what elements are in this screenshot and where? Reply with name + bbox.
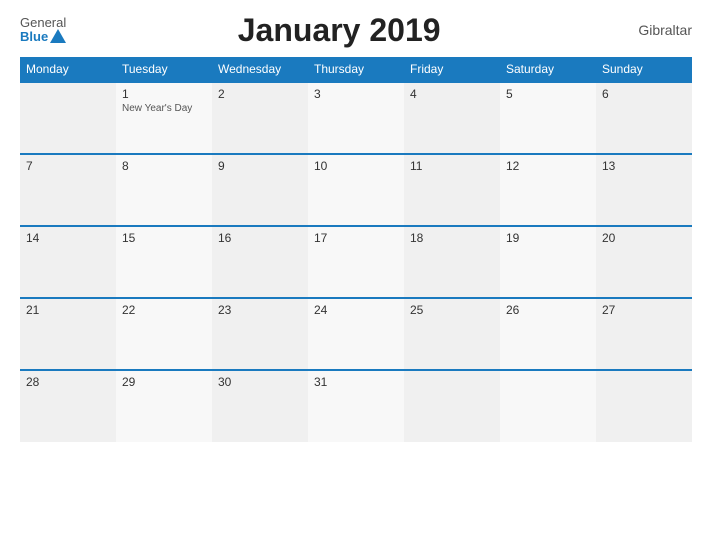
week-row-1: 1 New Year's Day 23456 [20,82,692,154]
calendar-cell: 10 [308,154,404,226]
day-number: 11 [410,159,494,173]
week-row-4: 21 22 23 24 25 26 27 [20,298,692,370]
calendar-cell: 30 [212,370,308,442]
day-number: 18 [410,231,494,245]
region-label: Gibraltar [612,22,692,38]
day-number: 2 [218,87,302,101]
weekday-header-monday: Monday [20,57,116,82]
calendar-table: MondayTuesdayWednesdayThursdayFridaySatu… [20,57,692,442]
day-number: 15 [122,231,206,245]
calendar-cell: 21 [20,298,116,370]
day-number: 31 [314,375,398,389]
calendar-cell [404,370,500,442]
calendar-cell: 2 [212,82,308,154]
day-number: 29 [122,375,206,389]
day-number: 22 [122,303,206,317]
logo: General Blue [20,16,66,44]
calendar-cell: 26 [500,298,596,370]
calendar-cell: 22 [116,298,212,370]
calendar-cell: 19 [500,226,596,298]
day-number: 25 [410,303,494,317]
calendar-cell: 12 [500,154,596,226]
day-number: 26 [506,303,590,317]
calendar-cell: 9 [212,154,308,226]
calendar-cell [500,370,596,442]
holiday-label: New Year's Day [122,103,206,114]
weekday-header-tuesday: Tuesday [116,57,212,82]
calendar-cell: 7 [20,154,116,226]
calendar-cell: 27 [596,298,692,370]
logo-triangle-icon [50,29,66,43]
day-number: 17 [314,231,398,245]
day-number: 12 [506,159,590,173]
weekday-header-sunday: Sunday [596,57,692,82]
calendar-cell: 31 [308,370,404,442]
weekday-header-thursday: Thursday [308,57,404,82]
day-number: 5 [506,87,590,101]
calendar-cell: 25 [404,298,500,370]
calendar-cell: 4 [404,82,500,154]
day-number: 10 [314,159,398,173]
calendar-cell: 24 [308,298,404,370]
day-number: 14 [26,231,110,245]
logo-blue-text: Blue [20,30,48,43]
calendar-cell: 1 New Year's Day [116,82,212,154]
day-number: 6 [602,87,686,101]
day-number: 19 [506,231,590,245]
day-number: 21 [26,303,110,317]
calendar-cell: 29 [116,370,212,442]
weekday-header-friday: Friday [404,57,500,82]
day-number: 3 [314,87,398,101]
week-row-5: 28 29 30 31 [20,370,692,442]
calendar-cell: 20 [596,226,692,298]
calendar-cell [596,370,692,442]
day-number: 9 [218,159,302,173]
weekday-header-wednesday: Wednesday [212,57,308,82]
calendar-cell: 8 [116,154,212,226]
calendar-cell: 23 [212,298,308,370]
day-number: 13 [602,159,686,173]
day-number: 8 [122,159,206,173]
calendar-cell: 14 [20,226,116,298]
day-number: 28 [26,375,110,389]
weekday-header-saturday: Saturday [500,57,596,82]
calendar-cell: 15 [116,226,212,298]
calendar-cell [20,82,116,154]
week-row-2: 789 10 11 12 13 [20,154,692,226]
calendar-cell: 13 [596,154,692,226]
calendar-cell: 6 [596,82,692,154]
calendar-cell: 17 [308,226,404,298]
day-number: 4 [410,87,494,101]
day-number: 20 [602,231,686,245]
calendar-cell: 16 [212,226,308,298]
week-row-3: 14 15 16 17 18 19 20 [20,226,692,298]
weekday-header-row: MondayTuesdayWednesdayThursdayFridaySatu… [20,57,692,82]
day-number: 23 [218,303,302,317]
day-number: 7 [26,159,110,173]
logo-general-text: General [20,16,66,29]
calendar-header: General Blue January 2019 Gibraltar [20,16,692,49]
calendar-cell: 18 [404,226,500,298]
calendar-cell: 5 [500,82,596,154]
calendar-cell: 11 [404,154,500,226]
day-number: 16 [218,231,302,245]
calendar-cell: 28 [20,370,116,442]
day-number: 24 [314,303,398,317]
day-number: 30 [218,375,302,389]
calendar-page: General Blue January 2019 Gibraltar Mond… [0,0,712,550]
day-number: 1 [122,87,206,101]
calendar-title: January 2019 [66,12,612,49]
day-number: 27 [602,303,686,317]
calendar-cell: 3 [308,82,404,154]
